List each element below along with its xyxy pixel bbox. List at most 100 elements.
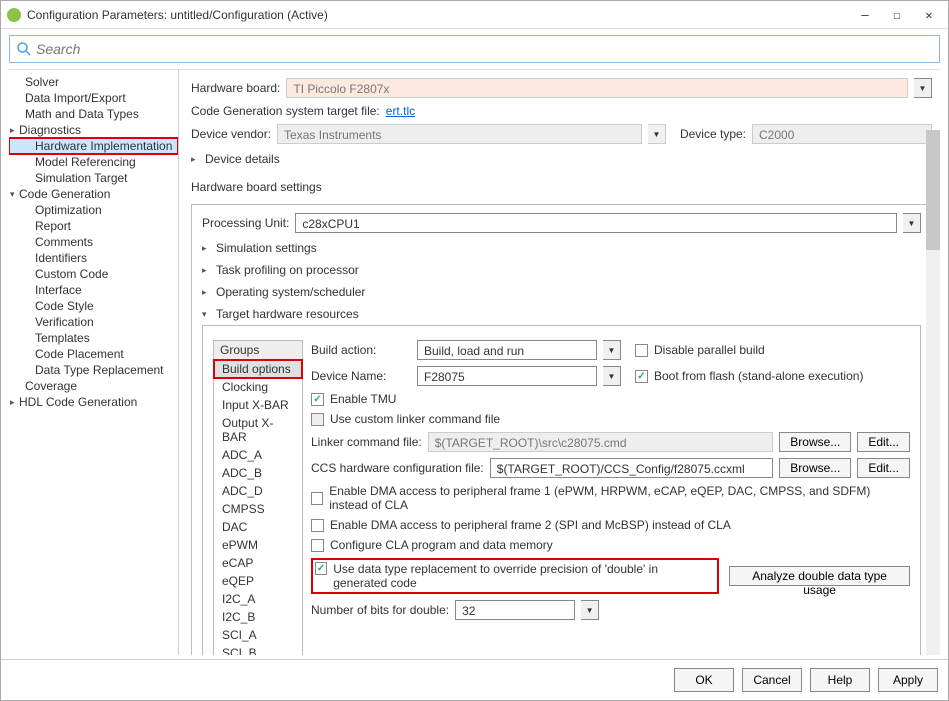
- codegen-target-link[interactable]: ert.tlc: [386, 104, 415, 118]
- cancel-button[interactable]: Cancel: [742, 668, 802, 692]
- linker-file-label: Linker command file:: [311, 435, 422, 449]
- hw-settings-header: Hardware board settings: [191, 180, 932, 194]
- enable-tmu-checkbox[interactable]: [311, 393, 324, 406]
- tree-item-diagnostics[interactable]: Diagnostics: [9, 122, 178, 138]
- target-hw-toggle[interactable]: ▾Target hardware resources: [202, 307, 921, 321]
- close-button[interactable]: ✕: [922, 8, 936, 22]
- tree-item-coverage[interactable]: Coverage: [9, 378, 178, 394]
- ccs-config-field[interactable]: $(TARGET_ROOT)/CCS_Config/f28075.ccxml: [490, 458, 774, 478]
- hardware-board-label: Hardware board:: [191, 81, 280, 95]
- custom-linker-checkbox[interactable]: [311, 413, 324, 426]
- disable-parallel-label: Disable parallel build: [654, 343, 765, 357]
- tree-item-hdl-code-generation[interactable]: HDL Code Generation: [9, 394, 178, 410]
- tree-item-verification[interactable]: Verification: [9, 314, 178, 330]
- groups-header: Groups: [214, 341, 302, 360]
- tree-item-code-generation[interactable]: Code Generation: [9, 186, 178, 202]
- tree-item-data-type-replacement[interactable]: Data Type Replacement: [9, 362, 178, 378]
- device-type-field: C2000: [752, 124, 932, 144]
- build-action-label: Build action:: [311, 343, 411, 357]
- group-item-epwm[interactable]: ePWM: [214, 536, 302, 554]
- analyze-button[interactable]: Analyze double data type usage: [729, 566, 910, 586]
- processing-unit-label: Processing Unit:: [202, 216, 289, 230]
- dma-frame2-label: Enable DMA access to peripheral frame 2 …: [330, 518, 731, 532]
- build-action-field[interactable]: Build, load and run: [417, 340, 597, 360]
- bits-double-dropdown[interactable]: ▼: [581, 600, 599, 620]
- apply-button[interactable]: Apply: [878, 668, 938, 692]
- group-item-sci-b[interactable]: SCI_B: [214, 644, 302, 655]
- group-item-ecap[interactable]: eCAP: [214, 554, 302, 572]
- group-item-input-x-bar[interactable]: Input X-BAR: [214, 396, 302, 414]
- tree-item-hardware-implementation[interactable]: Hardware Implementation: [9, 138, 178, 154]
- tree-item-comments[interactable]: Comments: [9, 234, 178, 250]
- group-item-clocking[interactable]: Clocking: [214, 378, 302, 396]
- help-button[interactable]: Help: [810, 668, 870, 692]
- dma-frame2-checkbox[interactable]: [311, 519, 324, 532]
- linker-browse-button[interactable]: Browse...: [779, 432, 851, 452]
- chevron-down-icon: ▾: [202, 309, 212, 320]
- group-item-sci-a[interactable]: SCI_A: [214, 626, 302, 644]
- scroll-thumb[interactable]: [926, 130, 940, 250]
- processing-unit-field[interactable]: c28xCPU1: [295, 213, 897, 233]
- window-title: Configuration Parameters: untitled/Confi…: [27, 8, 858, 22]
- hardware-board-field[interactable]: TI Piccolo F2807x: [286, 78, 908, 98]
- build-action-dropdown[interactable]: ▼: [603, 340, 621, 360]
- tree-item-identifiers[interactable]: Identifiers: [9, 250, 178, 266]
- search-bar[interactable]: [9, 35, 940, 63]
- boot-flash-label: Boot from flash (stand-alone execution): [654, 369, 863, 383]
- tree-item-math-and-data-types[interactable]: Math and Data Types: [9, 106, 178, 122]
- tree-item-solver[interactable]: Solver: [9, 74, 178, 90]
- simulation-settings-toggle[interactable]: ▸Simulation settings: [202, 241, 921, 255]
- dtr-checkbox[interactable]: [315, 562, 327, 575]
- tree-item-templates[interactable]: Templates: [9, 330, 178, 346]
- cla-config-checkbox[interactable]: [311, 539, 324, 552]
- maximize-button[interactable]: ☐: [890, 8, 904, 22]
- disable-parallel-checkbox[interactable]: [635, 344, 648, 357]
- tree-item-simulation-target[interactable]: Simulation Target: [9, 170, 178, 186]
- hardware-board-dropdown[interactable]: ▼: [914, 78, 932, 98]
- group-item-i2c-b[interactable]: I2C_B: [214, 608, 302, 626]
- app-icon: [7, 8, 21, 22]
- tree-item-interface[interactable]: Interface: [9, 282, 178, 298]
- tree-item-custom-code[interactable]: Custom Code: [9, 266, 178, 282]
- vertical-scrollbar[interactable]: [926, 130, 940, 655]
- search-input[interactable]: [36, 41, 933, 57]
- device-name-label: Device Name:: [311, 369, 411, 383]
- minimize-button[interactable]: —: [858, 8, 872, 22]
- processing-unit-dropdown[interactable]: ▼: [903, 213, 921, 233]
- ccs-browse-button[interactable]: Browse...: [779, 458, 851, 478]
- dma-frame1-checkbox[interactable]: [311, 492, 323, 505]
- boot-flash-checkbox[interactable]: [635, 370, 648, 383]
- task-profiling-toggle[interactable]: ▸Task profiling on processor: [202, 263, 921, 277]
- dialog-footer: OK Cancel Help Apply: [1, 659, 948, 700]
- device-name-dropdown[interactable]: ▼: [603, 366, 621, 386]
- device-vendor-field: Texas Instruments: [277, 124, 642, 144]
- group-item-dac[interactable]: DAC: [214, 518, 302, 536]
- group-item-i2c-a[interactable]: I2C_A: [214, 590, 302, 608]
- groups-list[interactable]: Groups Build optionsClockingInput X-BARO…: [213, 340, 303, 655]
- ccs-edit-button[interactable]: Edit...: [857, 458, 910, 478]
- dma-frame1-label: Enable DMA access to peripheral frame 1 …: [329, 484, 910, 512]
- device-details-toggle[interactable]: ▸ Device details: [191, 152, 932, 166]
- group-item-adc-d[interactable]: ADC_D: [214, 482, 302, 500]
- device-vendor-label: Device vendor:: [191, 127, 271, 141]
- nav-tree[interactable]: SolverData Import/ExportMath and Data Ty…: [9, 70, 179, 655]
- tree-item-code-style[interactable]: Code Style: [9, 298, 178, 314]
- tree-item-optimization[interactable]: Optimization: [9, 202, 178, 218]
- tree-item-code-placement[interactable]: Code Placement: [9, 346, 178, 362]
- linker-edit-button[interactable]: Edit...: [857, 432, 910, 452]
- tree-item-data-import-export[interactable]: Data Import/Export: [9, 90, 178, 106]
- ok-button[interactable]: OK: [674, 668, 734, 692]
- group-item-output-x-bar[interactable]: Output X-BAR: [214, 414, 302, 446]
- codegen-target-label: Code Generation system target file:: [191, 104, 380, 118]
- group-item-adc-a[interactable]: ADC_A: [214, 446, 302, 464]
- os-scheduler-toggle[interactable]: ▸Operating system/scheduler: [202, 285, 921, 299]
- group-item-eqep[interactable]: eQEP: [214, 572, 302, 590]
- tree-item-model-referencing[interactable]: Model Referencing: [9, 154, 178, 170]
- content-pane: Hardware board: TI Piccolo F2807x ▼ Code…: [179, 70, 940, 655]
- group-item-build-options[interactable]: Build options: [214, 360, 302, 378]
- group-item-cmpss[interactable]: CMPSS: [214, 500, 302, 518]
- group-item-adc-b[interactable]: ADC_B: [214, 464, 302, 482]
- device-name-field[interactable]: F28075: [417, 366, 597, 386]
- tree-item-report[interactable]: Report: [9, 218, 178, 234]
- bits-double-field[interactable]: 32: [455, 600, 575, 620]
